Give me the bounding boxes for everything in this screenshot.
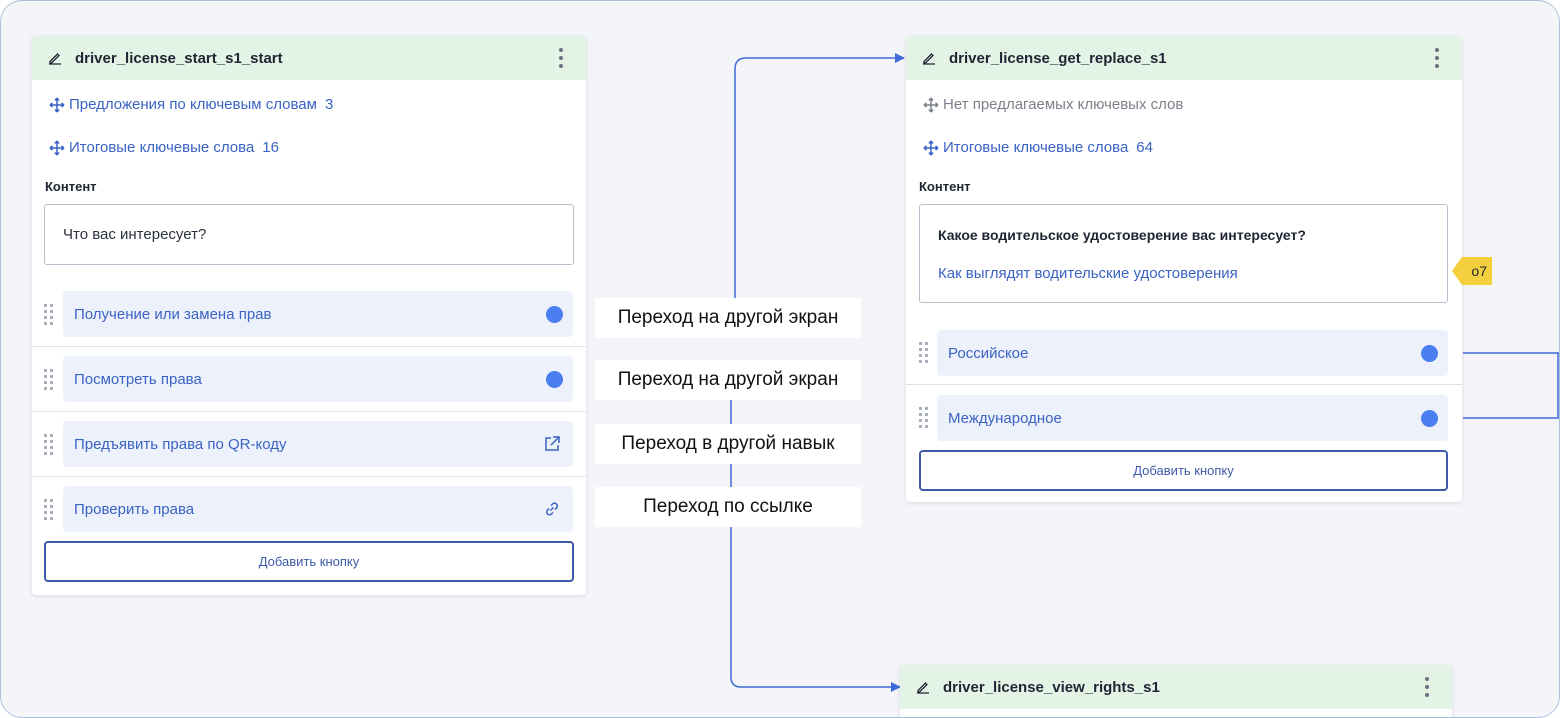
screen-card-start[interactable]: driver_license_start_s1_start Предложени… (32, 36, 586, 595)
transition-label-skill: Переход в другой навык (595, 424, 861, 464)
final-keywords-link[interactable]: Итоговые ключевые слова 16 (49, 139, 279, 156)
final-keywords-label: Итоговые ключевые слова (69, 139, 255, 156)
card-title[interactable]: driver_license_view_rights_s1 (943, 679, 1160, 696)
content-label: Контент (919, 179, 971, 194)
add-button[interactable]: Добавить кнопку (44, 541, 574, 582)
content-link[interactable]: Как выглядят водительские удостоверения (938, 265, 1238, 282)
drag-handle-icon[interactable] (44, 368, 53, 391)
answer-button[interactable]: Посмотреть права (63, 356, 573, 402)
answer-button[interactable]: Предъявить права по QR-коду (63, 421, 573, 467)
card-header[interactable]: driver_license_view_rights_s1 (900, 665, 1452, 709)
flow-canvas[interactable]: driver_license_start_s1_start Предложени… (0, 0, 1560, 718)
final-keywords-link[interactable]: Итоговые ключевые слова 64 (923, 139, 1153, 156)
connector-dot[interactable] (546, 371, 563, 388)
content-box[interactable]: Какое водительское удостоверение вас инт… (919, 204, 1448, 303)
screen-card-view-rights[interactable]: driver_license_view_rights_s1 (900, 665, 1452, 717)
move-arrows-icon (49, 97, 65, 113)
final-keywords-count: 64 (1136, 139, 1153, 156)
screen-card-get-replace[interactable]: driver_license_get_replace_s1 Нет предла… (906, 36, 1462, 502)
answer-button-label: Российское (948, 344, 1029, 362)
final-keywords-count: 16 (262, 139, 279, 156)
button-row: Получение или замена прав (32, 283, 586, 347)
keyword-suggestions-label: Нет предлагаемых ключевых слов (943, 96, 1184, 113)
answer-button[interactable]: Международное (937, 395, 1448, 441)
more-options-icon[interactable] (1424, 677, 1430, 697)
content-label: Контент (45, 179, 97, 194)
pencil-icon[interactable] (48, 51, 62, 65)
link-icon[interactable] (543, 500, 561, 518)
pencil-icon[interactable] (922, 51, 936, 65)
card-header[interactable]: driver_license_get_replace_s1 (906, 36, 1462, 80)
connector-dot[interactable] (1421, 345, 1438, 362)
content-text: Что вас интересует? (63, 226, 207, 243)
keyword-suggestions-link[interactable]: Предложения по ключевым словам 3 (49, 96, 333, 113)
card-title[interactable]: driver_license_start_s1_start (75, 50, 283, 67)
connector-dot[interactable] (546, 306, 563, 323)
answer-button-label: Международное (948, 409, 1062, 427)
button-row: Российское (906, 321, 1462, 385)
button-row: Проверить права (32, 478, 586, 542)
external-link-icon[interactable] (543, 435, 561, 453)
pencil-icon[interactable] (916, 680, 930, 694)
drag-handle-icon[interactable] (44, 303, 53, 326)
answer-button-label: Проверить права (74, 500, 195, 518)
final-keywords-label: Итоговые ключевые слова (943, 139, 1129, 156)
add-button[interactable]: Добавить кнопку (919, 450, 1448, 491)
answer-button-label: Предъявить права по QR-коду (74, 435, 287, 453)
drag-handle-icon[interactable] (44, 433, 53, 456)
answer-button[interactable]: Получение или замена прав (63, 291, 573, 337)
link-international-out (1463, 353, 1559, 419)
keyword-suggestions-empty: Нет предлагаемых ключевых слов (923, 96, 1183, 113)
move-arrows-icon (49, 140, 65, 156)
answer-button[interactable]: Российское (937, 330, 1448, 376)
button-row: Предъявить права по QR-коду (32, 413, 586, 477)
transition-label-screen: Переход на другой экран (595, 360, 861, 400)
keyword-suggestions-label: Предложения по ключевым словам (69, 96, 317, 113)
button-row: Посмотреть права (32, 348, 586, 412)
answer-button-label: Получение или замена прав (74, 305, 272, 323)
move-arrows-icon (923, 140, 939, 156)
link-to-get-replace (595, 53, 905, 316)
content-box[interactable]: Что вас интересует? (44, 204, 574, 265)
more-options-icon[interactable] (558, 48, 564, 68)
card-title[interactable]: driver_license_get_replace_s1 (949, 50, 1167, 67)
more-options-icon[interactable] (1434, 48, 1440, 68)
content-title: Какое водительское удостоверение вас инт… (938, 227, 1306, 243)
transition-label-link: Переход по ссылке (595, 487, 861, 527)
answer-button[interactable]: Проверить права (63, 486, 573, 532)
drag-handle-icon[interactable] (44, 499, 53, 521)
answer-button-label: Посмотреть права (74, 370, 202, 388)
button-row: Международное (906, 386, 1462, 450)
drag-handle-icon[interactable] (919, 407, 928, 429)
keyword-suggestions-count: 3 (324, 96, 334, 113)
card-header[interactable]: driver_license_start_s1_start (32, 36, 586, 80)
connector-dot[interactable] (1421, 410, 1438, 427)
transition-label-screen: Переход на другой экран (595, 298, 861, 338)
drag-handle-icon[interactable] (919, 341, 928, 364)
move-arrows-icon (923, 97, 939, 113)
